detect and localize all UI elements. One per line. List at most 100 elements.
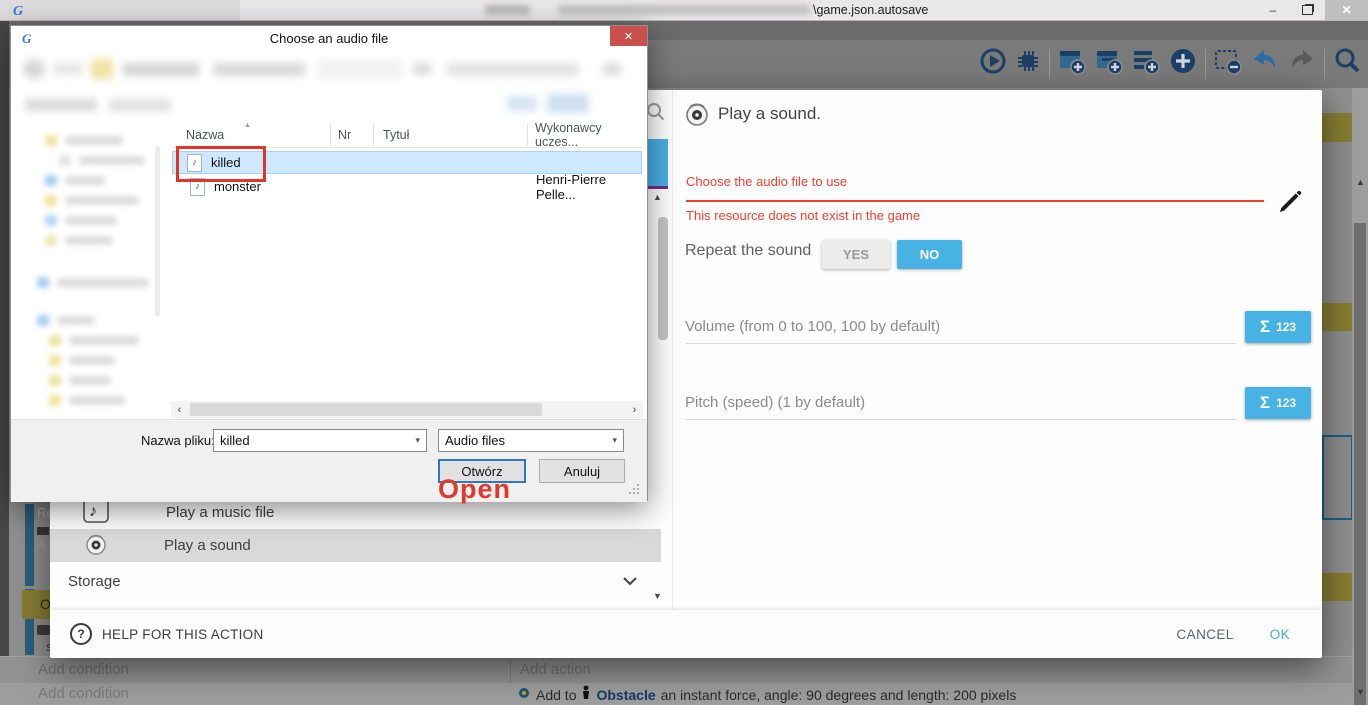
help-button[interactable]: ? HELP FOR THIS ACTION [70,623,264,645]
blurred-newfolder-menu [109,99,171,111]
svg-text:G: G [13,4,23,18]
action-title: Play a sound. [718,104,821,124]
add-action-button[interactable]: Add action [520,661,591,678]
add-circle-icon[interactable] [1168,46,1198,81]
tree-scrollbar[interactable] [155,146,160,316]
scrollbar-thumb[interactable] [1354,223,1366,705]
cancel-button-dialog[interactable]: Anuluj [539,459,625,483]
dialog-footer: ? HELP FOR THIS ACTION CANCEL OK [50,610,1322,658]
column-artists[interactable]: Wykonawcy uczes... [535,121,643,149]
action-force-row[interactable]: Add to Obstacle an instant force, angle:… [518,685,1016,704]
gdevelop-logo-icon: G [21,31,36,51]
column-divider [510,657,511,683]
blurred-address-box [319,61,401,79]
scroll-up-icon[interactable]: ▲ [1356,178,1365,187]
blurred-breadcrumb [213,63,305,76]
event-block [1322,142,1353,304]
audio-file-error: This resource does not exist in the game [686,208,920,223]
brush-edit-icon[interactable] [1278,190,1302,219]
force-icon [518,686,531,704]
play-icon[interactable] [979,47,1007,80]
filename-label: Nazwa pliku: [141,433,215,448]
redo-icon[interactable] [1287,46,1317,81]
category-tab-selected[interactable] [648,139,668,186]
column-separator[interactable] [373,124,374,146]
combo-caret-icon: ▾ [415,435,420,446]
search-icon[interactable] [1332,46,1362,81]
filetype-value: Audio files [445,433,505,448]
combo-caret-icon: ▾ [612,435,617,446]
pitch-expression-button[interactable]: Σ123 [1245,387,1311,419]
ok-button[interactable]: OK [1270,627,1290,642]
file-list-header: Nazwa ▲ Nr Tytuł Wykonawcy uczes... [171,123,643,148]
repeat-yes-button[interactable]: YES [822,240,890,269]
pitch-input[interactable] [685,419,1236,420]
action-text-suffix: an instant force, angle: 90 degrees and … [661,687,1017,703]
add-condition-button[interactable]: Add condition [38,685,129,702]
column-nr[interactable]: Nr [338,128,351,142]
event-indent-bar [25,504,34,586]
help-label: HELP FOR THIS ACTION [102,627,264,642]
scroll-down-icon[interactable]: ▼ [1356,688,1365,697]
column-separator[interactable] [330,124,331,146]
add-subevent-icon[interactable] [1094,46,1124,81]
minimize-button[interactable]: – [1258,0,1288,20]
expression-123-label: 123 [1276,396,1296,410]
list-scrollbar-thumb[interactable] [658,217,668,340]
audio-file-input[interactable] [686,200,1264,202]
group-label: Storage [68,573,121,590]
column-title[interactable]: Tytuł [383,128,409,142]
event-block-selected [1322,435,1353,520]
help-icon: ? [70,623,92,645]
svg-text:G: G [22,31,32,46]
resize-grip-icon[interactable] [629,484,639,494]
blurred-title-text [485,5,530,15]
column-separator[interactable] [527,124,528,146]
action-item-play-sound-selected[interactable]: Play a sound [50,529,661,562]
window-title: \game.json.autosave [813,3,928,17]
file-dialog: G Choose an audio file ✕ [10,25,648,501]
blurred-control [413,63,431,75]
event-sheet-left-edge [0,20,9,705]
event-block-highlight [1322,573,1353,601]
hscrollbar-thumb[interactable] [190,403,542,416]
event-block-highlight [1322,113,1353,142]
column-name[interactable]: Nazwa [186,128,224,142]
blurred-folder-icon [91,59,113,79]
close-button[interactable]: ✕ [1325,0,1368,20]
debugger-icon[interactable] [1014,47,1042,80]
category-tab-underline [648,186,668,189]
file-dialog-close-button[interactable]: ✕ [610,26,647,46]
file-list-hscrollbar[interactable]: ‹ › [171,401,643,418]
remove-event-icon[interactable] [1213,46,1243,81]
filename-combobox[interactable]: killed ▾ [213,429,427,452]
file-dialog-title: Choose an audio file [11,26,647,46]
undo-icon[interactable] [1250,46,1280,81]
add-condition-button[interactable]: Add condition [38,661,129,678]
volume-expression-button[interactable]: Σ123 [1245,311,1311,343]
group-storage[interactable]: Storage [50,564,661,598]
list-scroll-up-icon[interactable]: ▲ [653,192,662,202]
add-event-icon[interactable] [1057,46,1087,81]
scroll-right-icon[interactable]: › [626,404,643,416]
scroll-left-icon[interactable]: ‹ [171,404,188,416]
cancel-button[interactable]: CANCEL [1177,627,1234,642]
event-text-fragment: A [37,537,46,552]
instruction-search-icon[interactable] [646,102,666,127]
pitch-label: Pitch (speed) (1 by default) [685,394,865,411]
speaker-icon [84,532,108,560]
audio-file-label: Choose the audio file to use [686,174,847,189]
event-block [1322,601,1353,656]
blurred-organize-menu [25,99,97,111]
file-artists: Henri-Pierre Pelle... [536,172,642,202]
event-sheet-scrollbar[interactable]: ▲ ▼ [1352,88,1368,705]
sort-ascending-icon: ▲ [244,122,251,129]
blurred-control [53,63,83,75]
volume-input[interactable] [685,343,1236,344]
filetype-select[interactable]: Audio files ▾ [438,429,624,452]
volume-label: Volume (from 0 to 100, 100 by default) [685,318,940,335]
add-comment-icon[interactable] [1131,46,1161,81]
event-block-highlight [1322,303,1353,331]
repeat-no-button[interactable]: NO [897,240,962,269]
restore-button[interactable] [1292,0,1322,20]
